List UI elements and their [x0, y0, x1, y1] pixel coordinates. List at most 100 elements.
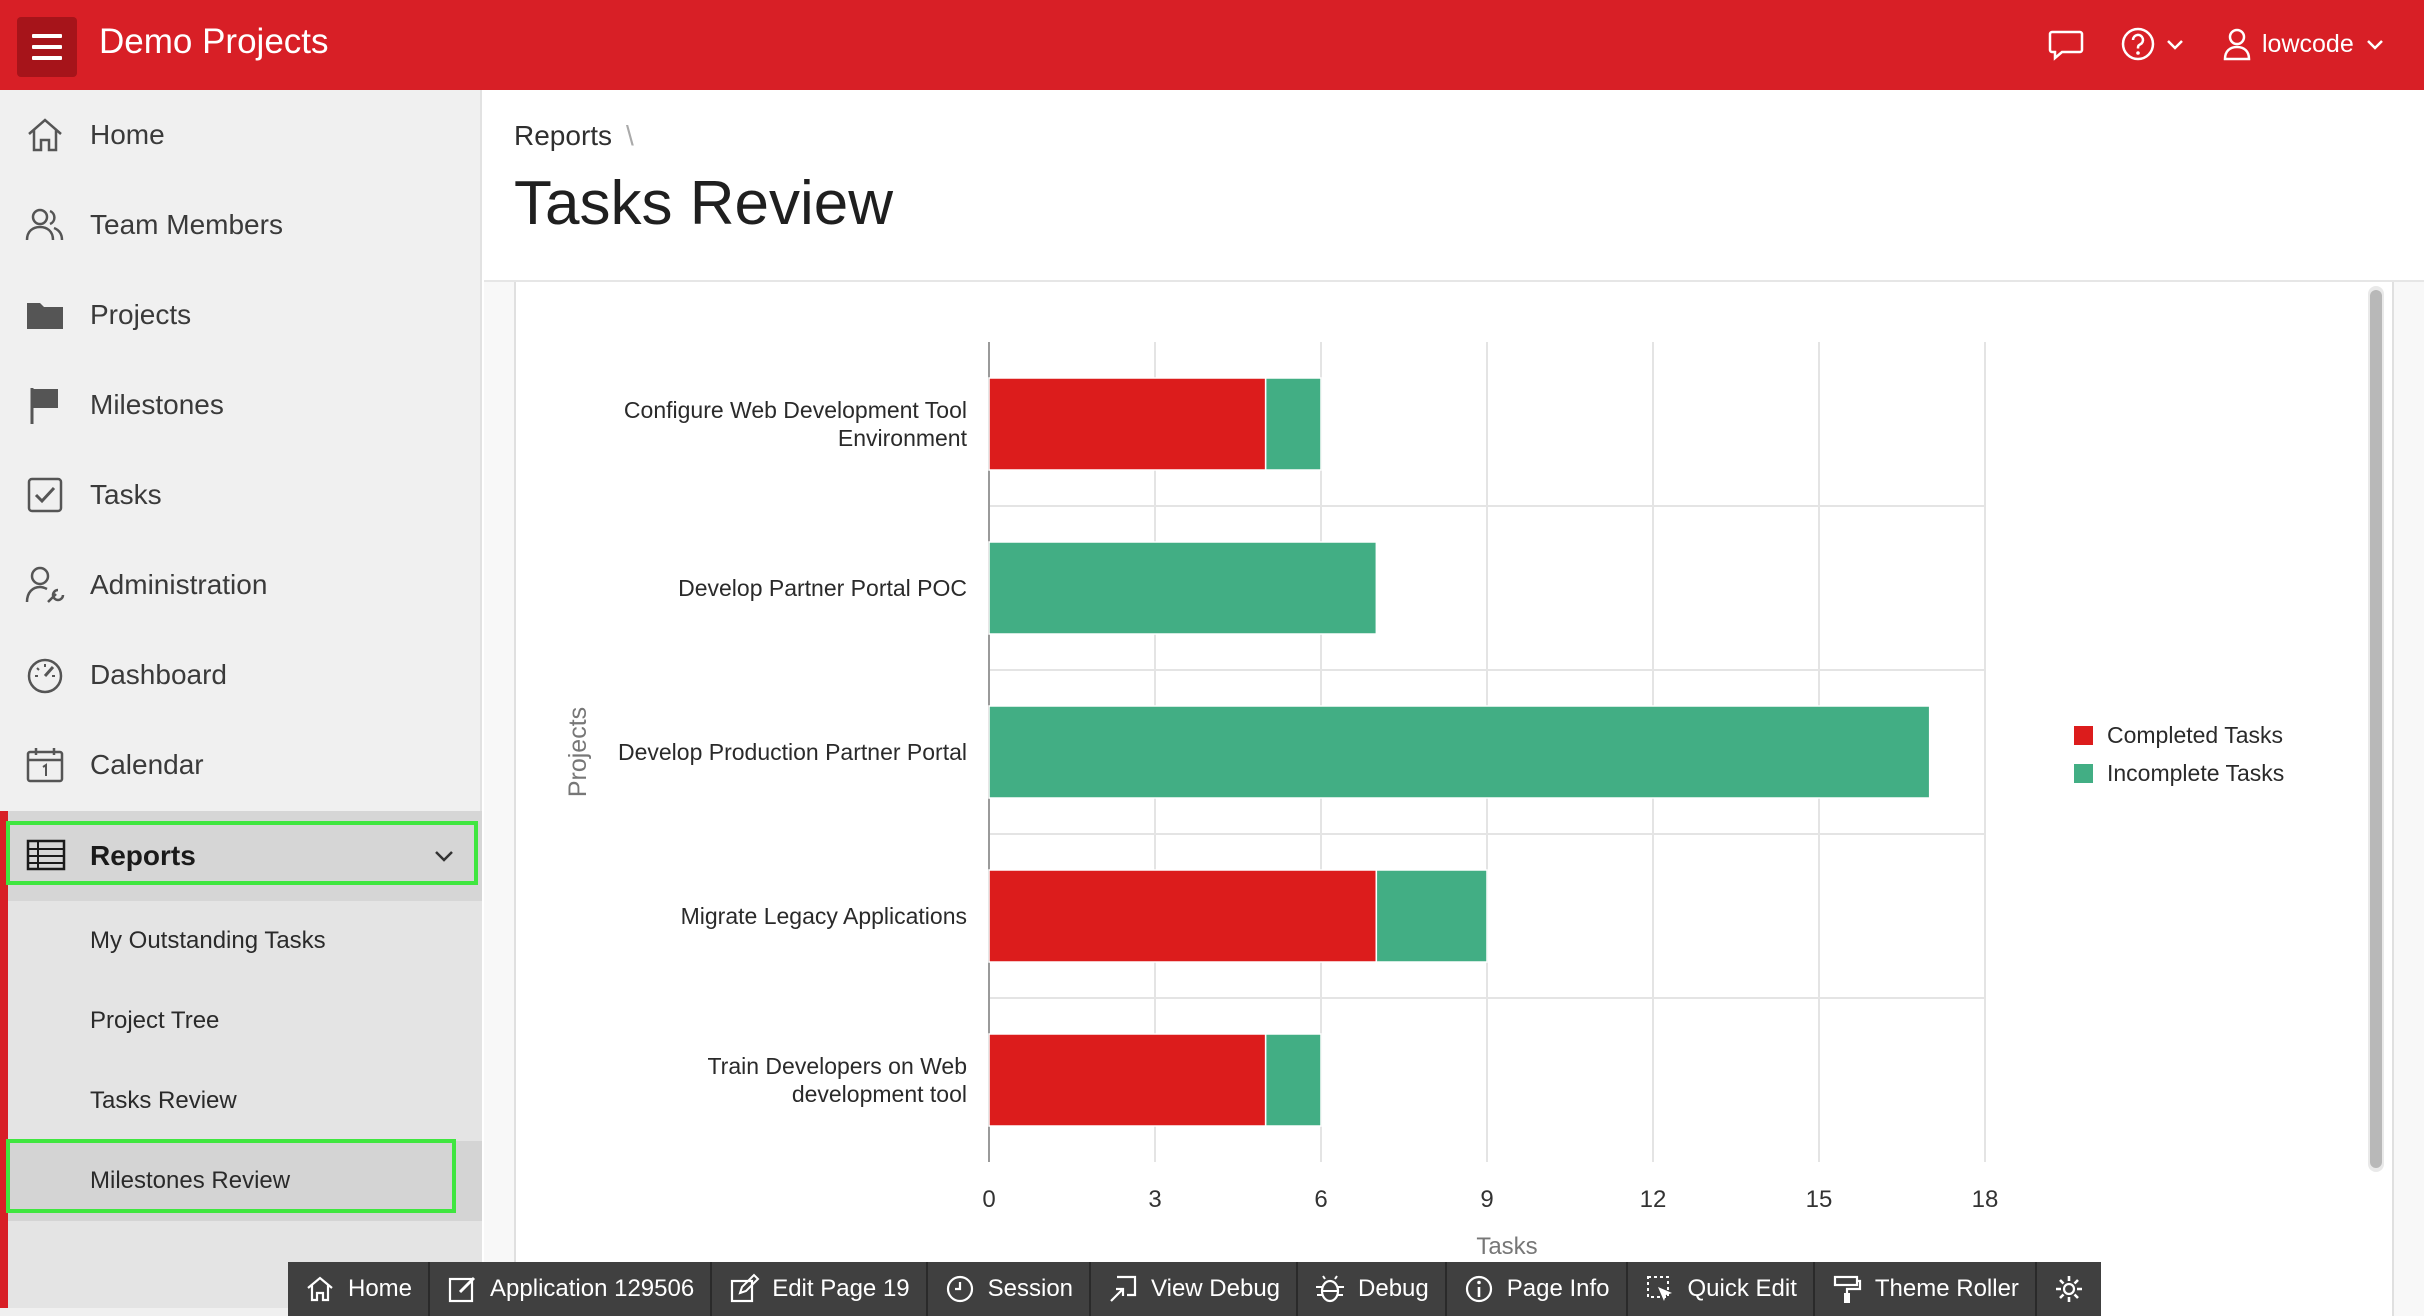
devbar-label: Page Info: [1506, 1275, 1610, 1302]
devbar-theme-roller-button[interactable]: Theme Roller: [1814, 1262, 2037, 1316]
main-content: Reports \ Tasks Review 0 3 6 9 12 15 18 Configu…: [484, 90, 2424, 1316]
edit-icon: [731, 1273, 760, 1303]
sidebar-item-home[interactable]: Home: [0, 90, 480, 180]
sidebar-item-milestones[interactable]: Milestones: [0, 360, 480, 450]
sidebar-item-label: Dashboard: [90, 659, 227, 690]
app-title[interactable]: Demo Projects: [99, 20, 329, 64]
username: lowcode: [2262, 29, 2354, 58]
title-region: Reports \ Tasks Review: [484, 90, 2424, 282]
highlight-box-reports: [6, 821, 478, 885]
legend-swatch: [2074, 726, 2093, 745]
chat-icon[interactable]: [2046, 24, 2086, 64]
x-tick-label: 18: [1972, 1186, 1999, 1213]
calendar-icon: [26, 748, 64, 783]
bug-icon: [1316, 1275, 1345, 1303]
breadcrumb-separator: \: [626, 120, 634, 151]
quick-edit-icon: [1646, 1276, 1672, 1301]
bar-segment: [988, 541, 1378, 635]
bar-segment: [988, 377, 1267, 471]
developer-toolbar: Home Application 129506 Edit Page 19 Ses…: [288, 1262, 2101, 1316]
view-debug-icon: [1110, 1275, 1137, 1302]
paint-roller-icon: [1833, 1275, 1861, 1303]
sidebar-subitem-project-tree[interactable]: Project Tree: [8, 981, 482, 1061]
sidebar-item-administration[interactable]: Administration: [0, 540, 480, 630]
sidebar-item-label: Calendar: [90, 749, 204, 780]
sidebar-item-team-members[interactable]: Team Members: [0, 180, 480, 270]
sidebar-item-label: Administration: [90, 569, 268, 600]
y-category-label: Develop Partner Portal POC: [678, 575, 967, 601]
x-tick-label: 6: [1314, 1186, 1327, 1213]
scrollbar-thumb[interactable]: [2370, 290, 2382, 1168]
legend-label: Incomplete Tasks: [2107, 760, 2284, 786]
y-category-label: Develop Production Partner Portal: [618, 739, 967, 765]
sidebar-item-tasks[interactable]: Tasks: [0, 450, 480, 540]
sidebar-item-label: Projects: [90, 299, 192, 330]
bar-segment: [1264, 1033, 1322, 1127]
y-category-label: Migrate Legacy Applications: [681, 903, 967, 929]
devbar-home-button[interactable]: Home: [288, 1262, 431, 1316]
devbar-session-button[interactable]: Session: [927, 1262, 1092, 1316]
stacked-bar-chart: 0 3 6 9 12 15 18 Configure Web Development Tool…: [564, 342, 2284, 1260]
sidebar-subitem-label: Project Tree: [90, 1007, 220, 1034]
bar-segment: [988, 1033, 1267, 1127]
devbar-view-debug-button[interactable]: View Debug: [1091, 1262, 1299, 1316]
reports-group: Reports My Outstanding Tasks Project Tre…: [0, 811, 482, 1308]
sidebar-item-calendar[interactable]: Calendar: [0, 720, 480, 810]
x-tick-label: 0: [982, 1186, 995, 1213]
clock-icon: [946, 1275, 973, 1303]
sidebar-subitem-my-outstanding-tasks[interactable]: My Outstanding Tasks: [8, 901, 482, 981]
checkbox-icon: [27, 477, 63, 513]
user-menu[interactable]: lowcode: [2222, 22, 2386, 66]
devbar-quick-edit-button[interactable]: Quick Edit: [1627, 1262, 1815, 1316]
devbar-label: View Debug: [1151, 1275, 1281, 1302]
x-tick-label: 15: [1806, 1186, 1833, 1213]
scrollbar[interactable]: [2368, 286, 2384, 1172]
user-icon: [2223, 28, 2251, 61]
devbar-debug-button[interactable]: Debug: [1298, 1262, 1447, 1316]
bar-segment: [1264, 377, 1322, 471]
devbar-settings-button[interactable]: [2036, 1262, 2101, 1316]
legend-label: Completed Tasks: [2107, 722, 2283, 748]
chevron-down-icon: [2366, 40, 2383, 50]
devbar-label: Application 129506: [490, 1275, 695, 1302]
x-tick-label: 9: [1480, 1186, 1493, 1213]
x-tick-label: 12: [1640, 1186, 1667, 1213]
info-icon: [1465, 1275, 1492, 1303]
gear-icon: [2055, 1276, 2082, 1302]
sidebar-subitem-label: Tasks Review: [90, 1087, 237, 1114]
users-icon: [25, 208, 64, 241]
devbar-label: Edit Page 19: [772, 1275, 910, 1302]
devbar-label: Home: [348, 1275, 413, 1302]
sidebar-item-label: Home: [90, 119, 165, 150]
y-axis-title: Projects: [564, 707, 592, 797]
folder-icon: [27, 303, 63, 329]
app-header: Demo Projects lowcode: [0, 0, 2424, 90]
sidebar: Home Team Members Projects Milestones Ta…: [0, 90, 482, 1316]
devbar-page-info-button[interactable]: Page Info: [1446, 1262, 1628, 1316]
chart-region: 0 3 6 9 12 15 18 Configure Web Development Tool…: [514, 282, 2394, 1316]
highlight-box-milestones-review: [6, 1139, 456, 1213]
page-title: Tasks Review: [514, 169, 893, 238]
sidebar-subitem-label: My Outstanding Tasks: [90, 927, 326, 954]
y-category-label: Configure Web Development Tool Environmen…: [624, 397, 968, 451]
sidebar-item-dashboard[interactable]: Dashboard: [0, 630, 480, 720]
y-category-label: Train Developers on Web development tool: [707, 1053, 967, 1107]
sidebar-item-projects[interactable]: Projects: [0, 270, 480, 360]
gauge-icon: [27, 658, 63, 694]
sidebar-item-label: Tasks: [90, 479, 162, 510]
devbar-label: Theme Roller: [1874, 1275, 2019, 1302]
flag-icon: [30, 388, 58, 424]
home-icon: [28, 118, 62, 152]
help-icon[interactable]: [2118, 24, 2158, 64]
devbar-label: Session: [987, 1275, 1074, 1302]
user-wrench-icon: [25, 566, 65, 603]
menu-toggle-button[interactable]: [17, 17, 77, 77]
chevron-down-icon[interactable]: [2162, 24, 2188, 64]
legend-swatch: [2074, 764, 2093, 783]
devbar-application-button[interactable]: Application 129506: [430, 1262, 713, 1316]
edit-app-icon: [448, 1276, 476, 1303]
sidebar-subitem-tasks-review[interactable]: Tasks Review: [8, 1061, 482, 1141]
breadcrumb-link-reports[interactable]: Reports: [514, 120, 612, 152]
menu-icon: [32, 34, 62, 38]
devbar-edit-page-button[interactable]: Edit Page 19: [712, 1262, 928, 1316]
